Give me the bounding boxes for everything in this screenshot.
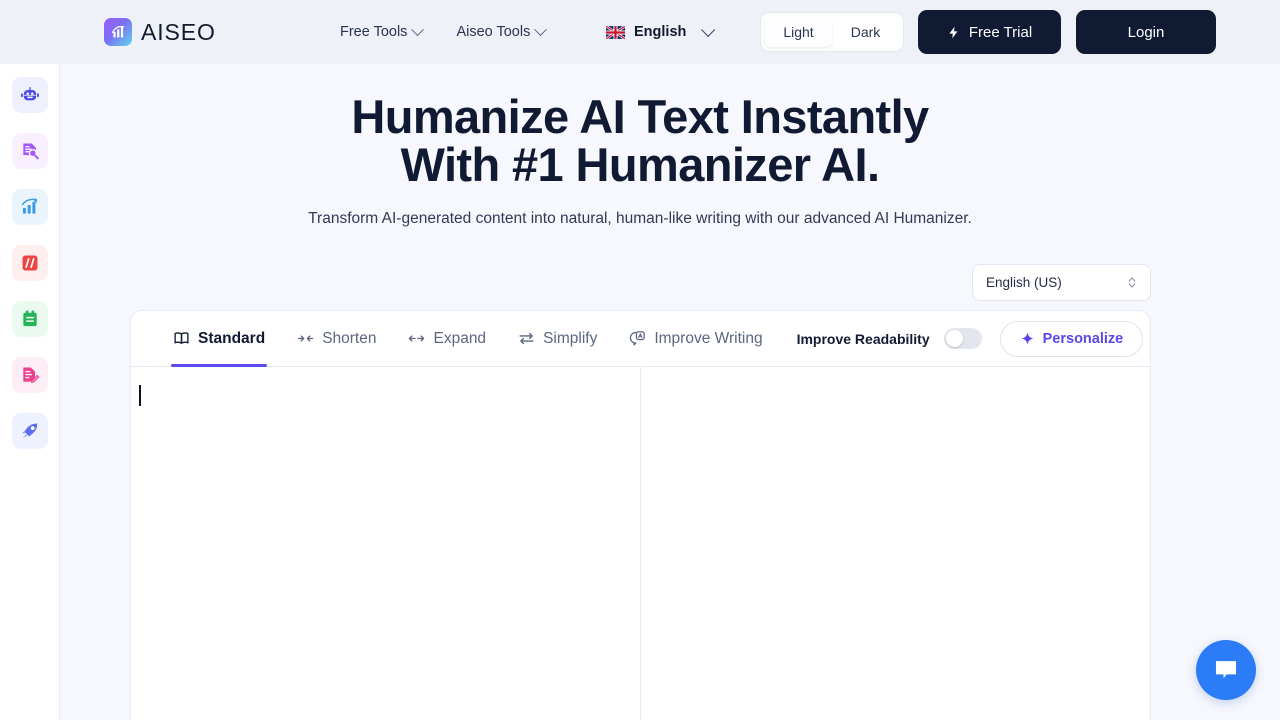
bolt-icon [949, 26, 958, 38]
editor-panes [131, 367, 1150, 720]
aiseo-logo-icon [104, 18, 132, 46]
page-title-line2: With #1 Humanizer AI. [400, 138, 880, 191]
sparkle-icon [1020, 332, 1034, 345]
free-trial-button[interactable]: Free Trial [918, 10, 1061, 54]
free-trial-label: Free Trial [968, 23, 1033, 41]
theme-option-dark[interactable]: Dark [832, 17, 899, 47]
plagiarism-icon [22, 255, 37, 271]
output-textarea[interactable] [641, 367, 1150, 720]
logo[interactable]: AISEO [104, 18, 216, 46]
chevron-down-icon [534, 22, 548, 36]
theme-switcher[interactable]: Light Dark [760, 12, 904, 52]
tab-shorten-label: Shorten [322, 329, 377, 347]
sidebar-item-notes[interactable] [11, 301, 48, 337]
header-language-switcher[interactable]: English [606, 0, 716, 64]
header-language-label: English [634, 24, 687, 40]
improve-readability-toggle[interactable] [943, 328, 982, 349]
bar-chart-icon [21, 198, 37, 214]
input-textarea[interactable] [131, 367, 641, 720]
output-language-value: English (US) [986, 275, 1062, 290]
sidebar-item-content-detector[interactable] [11, 133, 48, 169]
chevron-down-icon [411, 22, 425, 36]
book-icon [174, 332, 189, 344]
text-cursor [139, 385, 141, 406]
clipboard-icon [22, 310, 37, 327]
tab-standard[interactable]: Standard [170, 311, 268, 367]
tab-expand[interactable]: Expand [408, 311, 486, 367]
tab-improve-writing-label: Improve Writing [654, 329, 763, 347]
tab-simplify-label: Simplify [543, 329, 598, 347]
tab-standard-label: Standard [198, 329, 266, 347]
sidebar-item-plagiarism[interactable] [11, 245, 48, 281]
chat-widget-button[interactable] [1196, 640, 1256, 700]
arrows-out-icon [409, 335, 425, 342]
top-header: AISEO Free Tools Aiseo Tools English Lig… [0, 0, 1280, 64]
chevron-down-icon [701, 22, 716, 37]
swap-arrows-icon [519, 332, 534, 345]
nav-free-tools-label: Free Tools [340, 24, 408, 40]
login-label: Login [1127, 23, 1165, 41]
editor-tabbar: Standard Shorten Expand Simplify Improve… [131, 311, 1150, 367]
up-down-chevron-icon [1128, 277, 1136, 288]
tab-expand-label: Expand [433, 329, 487, 347]
left-sidebar [0, 64, 60, 720]
toggle-knob [945, 330, 963, 347]
humanizer-editor-card: Standard Shorten Expand Simplify Improve… [130, 310, 1151, 720]
logo-text: AISEO [141, 18, 216, 45]
main-nav: Free Tools Aiseo Tools [340, 0, 548, 64]
theme-option-light[interactable]: Light [765, 17, 832, 47]
magic-text-icon [630, 331, 646, 346]
main-content: Humanize AI Text Instantly With #1 Human… [60, 64, 1280, 720]
login-button[interactable]: Login [1076, 10, 1216, 54]
output-language-select[interactable]: English (US) [972, 264, 1151, 301]
document-search-icon [22, 143, 39, 160]
sidebar-item-boost[interactable] [11, 413, 48, 449]
nav-aiseo-tools[interactable]: Aiseo Tools [456, 22, 548, 40]
tab-simplify[interactable]: Simplify [518, 311, 597, 367]
sidebar-item-ai-bot[interactable] [11, 77, 48, 113]
robot-icon [20, 87, 39, 101]
rocket-icon [21, 423, 37, 439]
tab-improve-writing[interactable]: Improve Writing [629, 311, 763, 367]
tab-shorten[interactable]: Shorten [297, 311, 376, 367]
personalize-label: Personalize [1042, 330, 1124, 347]
personalize-button[interactable]: Personalize [999, 320, 1144, 357]
uk-flag-icon [606, 25, 625, 39]
document-edit-icon [22, 367, 39, 384]
sidebar-item-editor[interactable] [11, 357, 48, 393]
improve-readability-label: Improve Readability [796, 330, 930, 347]
page-title-line1: Humanize AI Text Instantly [351, 90, 929, 143]
page-title: Humanize AI Text Instantly With #1 Human… [60, 93, 1220, 189]
sidebar-item-analytics[interactable] [11, 189, 48, 225]
nav-free-tools[interactable]: Free Tools [340, 22, 425, 40]
page-subtitle: Transform AI-generated content into natu… [308, 210, 972, 227]
arrows-in-icon [297, 335, 314, 342]
nav-aiseo-tools-label: Aiseo Tools [456, 24, 531, 40]
chat-bubble-icon [1215, 661, 1237, 679]
